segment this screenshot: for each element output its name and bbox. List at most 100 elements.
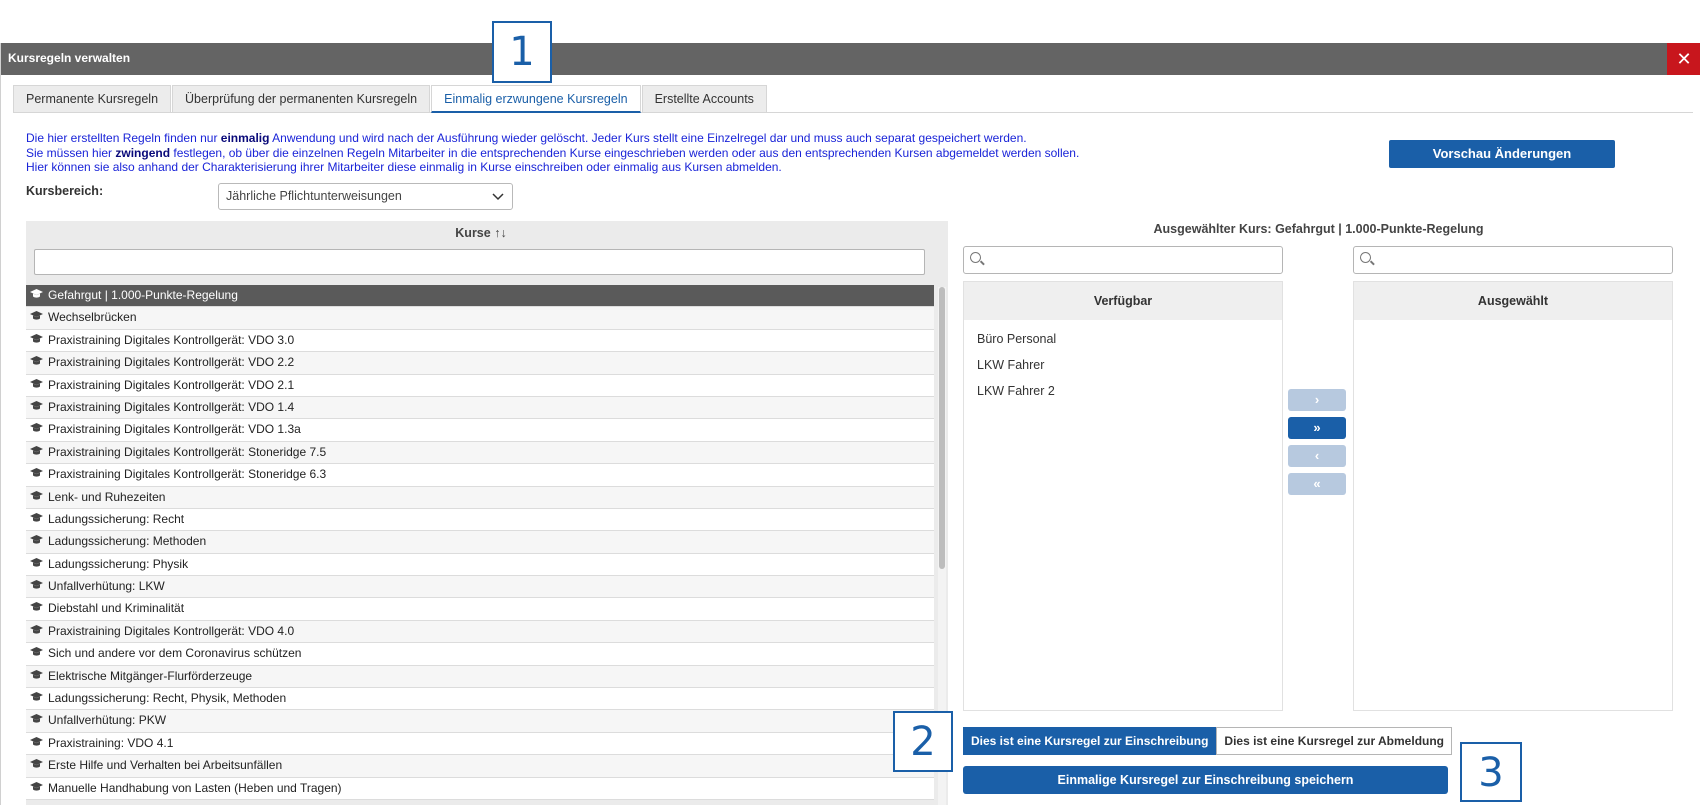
close-icon[interactable]: ✕ [1667, 43, 1700, 75]
graduation-cap-icon [30, 644, 48, 665]
courses-panel: Kurse ↑↓ Gefahrgut | 1.000-Punkte-Regelu… [26, 221, 948, 805]
course-list-item[interactable]: Praxistraining: VDO 4.1 [26, 732, 934, 756]
selected-header: Ausgewählt [1354, 282, 1672, 320]
graduation-cap-icon [30, 667, 48, 688]
course-label: Ladungssicherung: Recht, Physik, Methode… [48, 691, 287, 706]
graduation-cap-icon [30, 510, 48, 531]
course-label: Ladungssicherung: Recht [48, 511, 185, 526]
course-label: Erste Hilfe und Verhalten bei Arbeitsunf… [48, 758, 283, 773]
move-all-left-button[interactable]: « [1288, 473, 1346, 495]
course-list-item[interactable]: Praxistraining Digitales Kontrollgerät: … [26, 620, 934, 644]
course-list-item[interactable]: Erste Hilfe und Verhalten bei Arbeitsunf… [26, 755, 934, 778]
course-list-item[interactable]: Ladungssicherung: Recht, Physik, Methode… [26, 688, 934, 711]
available-list-item[interactable]: LKW Fahrer 2 [964, 378, 1282, 404]
available-list-item[interactable]: LKW Fahrer [964, 352, 1282, 378]
search-selected-input[interactable] [1353, 246, 1673, 274]
info-text: Die hier erstellten Regeln finden nur ei… [26, 131, 1079, 175]
course-list-item[interactable]: Praxistraining Digitales Kontrollgerät: … [26, 374, 934, 397]
graduation-cap-icon [30, 376, 48, 397]
preview-changes-button[interactable]: Vorschau Änderungen [1389, 140, 1615, 168]
manage-course-rules-dialog: Kursregeln verwalten ✕ Permanente Kursre… [0, 43, 1700, 805]
course-label: Gefahrgut | 1.000-Punkte-Regelung [48, 288, 238, 302]
course-list-item[interactable]: Praxistraining Digitales Kontrollgerät: … [26, 419, 934, 442]
course-label: Unfallverhütung: LKW [48, 579, 165, 594]
available-list-item[interactable]: Büro Personal [964, 326, 1282, 352]
graduation-cap-icon [30, 420, 48, 441]
graduation-cap-icon [30, 532, 48, 553]
selected-course-label: Ausgewählter Kurs: Gefahrgut | 1.000-Pun… [1153, 222, 1484, 236]
scrollbar-thumb[interactable] [939, 287, 945, 569]
tab-check-permanent-rules[interactable]: Überprüfung der permanenten Kursregeln [172, 85, 431, 112]
info-line-2: Sie müssen hier zwingend festlegen, ob ü… [26, 145, 1080, 160]
graduation-cap-icon [30, 756, 48, 777]
course-filter-input[interactable] [34, 249, 925, 275]
course-label: Diebstahl und Kriminalität [48, 601, 185, 616]
graduation-cap-icon [30, 398, 48, 419]
graduation-cap-icon [30, 689, 48, 710]
course-label: Ladungssicherung: Methoden [48, 534, 207, 549]
graduation-cap-icon [30, 286, 48, 307]
courses-header[interactable]: Kurse ↑↓ [26, 221, 936, 245]
course-label: Praxistraining: VDO 4.1 [48, 735, 174, 750]
course-label: Praxistraining Digitales Kontrollgerät: … [48, 444, 327, 459]
graduation-cap-icon [30, 465, 48, 486]
available-panel: Verfügbar Büro Personal LKW Fahrer LKW Fah… [963, 281, 1283, 711]
annotation-marker-1: 1 [492, 21, 552, 83]
course-label: Manuelle Handhabung von Lasten (Heben un… [48, 780, 342, 795]
available-list: Büro Personal LKW Fahrer LKW Fahrer 2 [964, 320, 1282, 404]
course-list-item[interactable]: Diebstahl und Kriminalität [26, 598, 934, 621]
dialog-title: Kursregeln verwalten [8, 51, 131, 65]
course-list-item[interactable]: Gefahrgut | 1.000-Punkte-Regelung [26, 285, 934, 308]
move-all-right-button[interactable]: » [1288, 417, 1346, 439]
course-label: Praxistraining Digitales Kontrollgerät: … [48, 399, 295, 414]
tab-permanent-rules[interactable]: Permanente Kursregeln [13, 85, 172, 112]
course-list-item[interactable]: Praxistraining Digitales Kontrollgerät: … [26, 396, 934, 420]
search-icon [970, 252, 981, 263]
course-label: Praxistraining Digitales Kontrollgerät: … [48, 422, 301, 437]
rule-type-toggle: Dies ist eine Kursregel zur Einschreibun… [963, 727, 1453, 755]
graduation-cap-icon [30, 488, 48, 509]
tab-one-time-rules[interactable]: Einmalig erzwungene Kursregeln [431, 85, 641, 113]
course-list-item[interactable]: Unfallverhütung: PKW [26, 710, 934, 733]
course-label: Praxistraining Digitales Kontrollgerät: … [48, 377, 295, 392]
course-list-item[interactable]: Sich und andere vor dem Coronavirus schü… [26, 643, 934, 666]
dialog-titlebar: Kursregeln verwalten ✕ [1, 43, 1700, 75]
course-list: Gefahrgut | 1.000-Punkte-Regelung Wechsel… [26, 285, 934, 805]
graduation-cap-icon [30, 353, 48, 374]
course-list-item[interactable]: Praxistraining Digitales Kontrollgerät: … [26, 352, 934, 375]
course-label: Praxistraining Digitales Kontrollgerät: … [48, 623, 295, 638]
course-list-item[interactable]: Ladungssicherung: Methoden [26, 531, 934, 554]
course-label: Ladungssicherung: Physik [48, 556, 189, 571]
graduation-cap-icon [30, 622, 48, 643]
course-label: Unfallverhütung: PKW [48, 713, 167, 728]
available-header: Verfügbar [964, 282, 1282, 320]
course-list-item[interactable]: Lenk- und Ruhezeiten [26, 486, 934, 509]
course-list-item[interactable]: Elektrische Mitgänger-Flurförderzeuge [26, 665, 934, 689]
save-one-time-rule-button[interactable]: Einmalige Kursregel zur Einschreibung sp… [963, 766, 1448, 794]
kursbereich-select[interactable]: Jährliche Pflichtunterweisungen [218, 183, 513, 210]
chevron-down-icon [492, 184, 504, 218]
course-list-item[interactable]: Praxistraining Digitales Kontrollgerät: … [26, 329, 934, 353]
graduation-cap-icon [30, 779, 48, 800]
move-left-button[interactable]: ‹ [1288, 445, 1346, 467]
info-line-3: Hier können sie also anhand der Charakte… [26, 160, 782, 174]
search-available-input[interactable] [963, 246, 1283, 274]
course-list-item[interactable]: Unfallverhütung: LKW [26, 576, 934, 599]
course-list-item[interactable]: Praxistraining Digitales Kontrollgerät: … [26, 441, 934, 465]
graduation-cap-icon [30, 577, 48, 598]
course-list-item[interactable]: Praxistraining Digitales Kontrollgerät: … [26, 464, 934, 487]
enroll-rule-option[interactable]: Dies ist eine Kursregel zur Einschreibun… [963, 727, 1217, 755]
sort-icon[interactable]: ↑↓ [494, 226, 507, 240]
course-list-item[interactable]: Ladungssicherung: Recht [26, 508, 934, 532]
course-list-item[interactable]: Manuelle Handhabung von Lasten (Heben un… [26, 777, 934, 800]
course-label: Praxistraining Digitales Kontrollgerät: … [48, 332, 295, 347]
course-list-item[interactable]: Wechselbrücken [26, 307, 934, 330]
course-list-item[interactable]: Ladungssicherung: Physik [26, 553, 934, 577]
graduation-cap-icon [30, 555, 48, 576]
move-right-button[interactable]: › [1288, 389, 1346, 411]
tab-created-accounts[interactable]: Erstellte Accounts [641, 85, 767, 112]
graduation-cap-icon [30, 599, 48, 620]
unenroll-rule-option[interactable]: Dies ist eine Kursregel zur Abmeldung [1216, 727, 1453, 755]
annotation-marker-3: 3 [1460, 742, 1522, 802]
graduation-cap-icon [30, 331, 48, 352]
